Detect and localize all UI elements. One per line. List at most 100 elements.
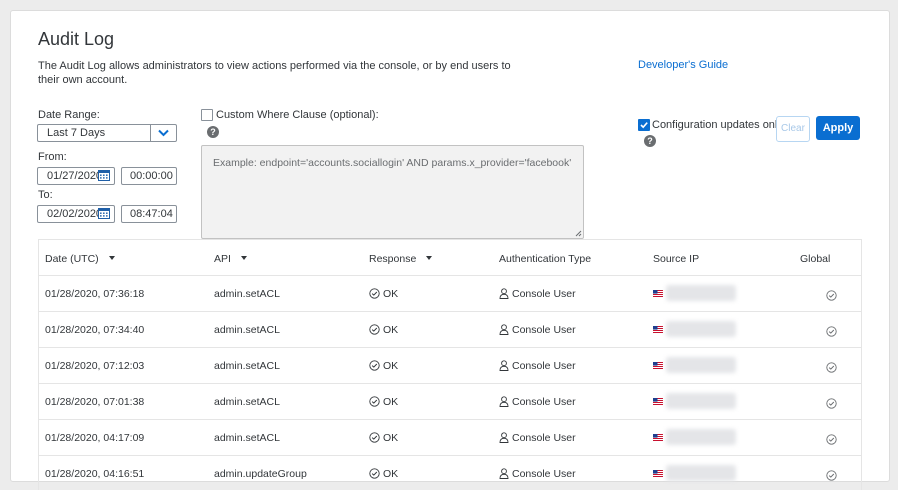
check-circle-icon (826, 362, 837, 373)
check-circle-icon (826, 434, 837, 445)
column-header-auth-type: Authentication Type (499, 253, 592, 265)
table-row[interactable]: 01/28/2020, 07:01:38 admin.setACL OK Consol… (39, 384, 861, 420)
cell-api: admin.setACL (214, 288, 280, 300)
column-header-date-label: Date (UTC) (45, 253, 99, 265)
calendar-icon[interactable] (98, 208, 110, 219)
user-icon (499, 468, 509, 479)
column-header-source-ip: Source IP (653, 253, 700, 265)
source-ip-redacted (666, 321, 736, 337)
calendar-icon[interactable] (98, 170, 110, 181)
from-date-input[interactable]: 01/27/2020 (37, 167, 115, 185)
cell-response-text: OK (383, 468, 399, 480)
cell-auth-type: Console User (499, 360, 576, 372)
to-date-input[interactable]: 02/02/2020 (37, 205, 115, 223)
table-row[interactable]: 01/28/2020, 04:16:51 admin.updateGroup OK C… (39, 456, 861, 490)
cell-response: OK (369, 288, 398, 300)
chevron-down-icon[interactable] (150, 125, 176, 141)
cell-auth-text: Console User (512, 432, 576, 444)
developers-guide-link[interactable]: Developer's Guide (638, 59, 728, 71)
cell-auth-type: Console User (499, 288, 576, 300)
column-header-response-label: Response (369, 253, 417, 265)
source-ip-redacted (666, 285, 736, 301)
cell-response: OK (369, 468, 398, 480)
table-row[interactable]: 01/28/2020, 07:12:03 admin.setACL OK Consol… (39, 348, 861, 384)
cell-auth-type: Console User (499, 468, 576, 480)
cell-global (826, 396, 837, 414)
from-time-value: 00:00:00 (130, 170, 173, 182)
user-icon (499, 432, 509, 443)
check-circle-icon (369, 432, 380, 443)
table-row[interactable]: 01/28/2020, 04:17:09 admin.setACL OK Consol… (39, 420, 861, 456)
cell-global (826, 360, 837, 378)
resize-grip-icon[interactable] (575, 230, 582, 237)
to-date-value: 02/02/2020 (47, 208, 103, 220)
check-circle-icon (369, 360, 380, 371)
us-flag-icon (653, 470, 663, 477)
page-title: Audit Log (38, 29, 115, 49)
us-flag-icon (653, 398, 663, 405)
cell-auth-text: Console User (512, 288, 576, 300)
cell-global (826, 324, 837, 342)
cell-date: 01/28/2020, 07:01:38 (45, 396, 145, 408)
date-range-value: Last 7 Days (47, 127, 106, 139)
check-circle-icon (369, 396, 380, 407)
table-header: Date (UTC) API Response Authentication T… (39, 240, 861, 276)
cell-response: OK (369, 432, 398, 444)
clear-button[interactable]: Clear (776, 116, 810, 142)
to-label: To: (38, 189, 53, 201)
column-header-date[interactable]: Date (UTC) (45, 253, 115, 265)
cell-auth-text: Console User (512, 324, 576, 336)
apply-button[interactable]: Apply (816, 116, 860, 140)
cell-auth-type: Console User (499, 396, 576, 408)
check-circle-icon (826, 470, 837, 481)
check-circle-icon (369, 288, 380, 299)
cell-api: admin.setACL (214, 396, 280, 408)
column-header-response[interactable]: Response (369, 253, 433, 265)
table-row[interactable]: 01/28/2020, 07:34:40 admin.setACL OK Consol… (39, 312, 861, 348)
cell-date: 01/28/2020, 07:36:18 (45, 288, 145, 300)
check-circle-icon (369, 324, 380, 335)
check-circle-icon (826, 326, 837, 337)
table-row[interactable]: 01/28/2020, 07:36:18 admin.setACL OK Consol… (39, 276, 861, 312)
custom-where-label: Custom Where Clause (optional): (216, 109, 379, 121)
date-range-select[interactable]: Last 7 Days (37, 124, 177, 142)
sort-down-icon[interactable] (426, 256, 433, 260)
cell-global (826, 432, 837, 450)
config-updates-label: Configuration updates only (652, 119, 783, 131)
sort-down-icon[interactable] (240, 256, 247, 260)
from-label: From: (38, 151, 67, 163)
column-header-api[interactable]: API (214, 253, 247, 265)
cell-response: OK (369, 360, 398, 372)
custom-where-placeholder: Example: endpoint='accounts.sociallogin'… (213, 157, 572, 169)
check-circle-icon (826, 398, 837, 409)
cell-response-text: OK (383, 288, 399, 300)
sort-down-icon[interactable] (108, 256, 115, 260)
check-circle-icon (826, 290, 837, 301)
custom-where-checkbox[interactable] (201, 109, 213, 121)
user-icon (499, 360, 509, 371)
cell-auth-type: Console User (499, 324, 576, 336)
source-ip-redacted (666, 429, 736, 445)
column-header-global: Global (800, 253, 831, 265)
us-flag-icon (653, 290, 663, 297)
audit-log-panel: Audit Log The Audit Log allows administr… (10, 10, 890, 490)
cell-auth-text: Console User (512, 360, 576, 372)
config-updates-checkbox[interactable] (638, 119, 650, 131)
question-icon[interactable]: ? (644, 135, 656, 147)
cell-api: admin.setACL (214, 324, 280, 336)
cell-api: admin.setACL (214, 432, 280, 444)
cell-response: OK (369, 324, 398, 336)
user-icon (499, 396, 509, 407)
date-range-label: Date Range: (38, 109, 100, 121)
us-flag-icon (653, 434, 663, 441)
custom-where-textarea[interactable]: Example: endpoint='accounts.sociallogin'… (201, 145, 584, 239)
to-time-input[interactable]: 08:47:04 (121, 205, 177, 223)
cell-date: 01/28/2020, 04:16:51 (45, 468, 145, 480)
cell-api: admin.updateGroup (214, 468, 307, 480)
check-circle-icon (369, 468, 380, 479)
column-header-api-label: API (214, 253, 231, 265)
question-icon[interactable]: ? (207, 126, 219, 138)
from-time-input[interactable]: 00:00:00 (121, 167, 177, 185)
us-flag-icon (653, 362, 663, 369)
cell-date: 01/28/2020, 07:12:03 (45, 360, 145, 372)
